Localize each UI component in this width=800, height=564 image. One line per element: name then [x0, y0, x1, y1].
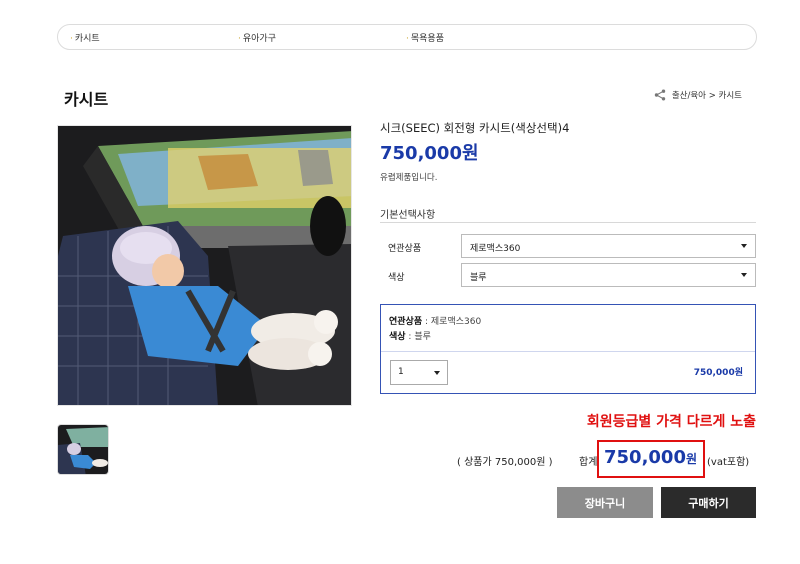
options-title: 기본선택사항 [380, 210, 436, 221]
product-main-image [57, 125, 352, 406]
bullet-icon: · [70, 34, 73, 44]
chevron-down-icon [741, 273, 747, 277]
selected-related: 연관상품 : 제로맥스360 [389, 317, 482, 327]
total-label: 합계 [579, 457, 598, 468]
selection-divider [381, 351, 755, 352]
color-value: 블루 [470, 273, 487, 283]
page-title: 카시트 [64, 90, 109, 109]
quantity-select[interactable]: 1 [390, 360, 448, 385]
product-name: 시크(SEEC) 회전형 카시트(색상선택)4 [380, 121, 570, 135]
total-highlight-box: 750,000원 [597, 440, 705, 478]
options-divider [380, 222, 756, 223]
share-icon[interactable] [654, 89, 666, 101]
selected-color: 색상 : 블루 [389, 332, 431, 342]
product-price: 750,000원 [380, 143, 479, 164]
chevron-down-icon [434, 371, 440, 375]
selected-option-box: 연관상품 : 제로맥스360 색상 : 블루 1 750,000원 [380, 304, 756, 394]
total-row: ( 상품가 750,000원 ) 합계 750,000원 (vat포함) [457, 440, 757, 478]
related-product-value: 제로맥스360 [470, 244, 521, 254]
category-item-carseat[interactable]: · 카시트 [70, 31, 100, 44]
breadcrumb-text[interactable]: 출산/육아 > 카시트 [672, 89, 742, 101]
category-nav: · 카시트 · 유아가구 · 목욕용품 [57, 24, 757, 50]
selected-price: 750,000원 [693, 368, 743, 378]
category-item-bath[interactable]: · 목욕용품 [406, 31, 444, 44]
breadcrumb: 출산/육아 > 카시트 [654, 89, 742, 101]
chevron-down-icon [741, 244, 747, 248]
product-origin-note: 유렵제품입니다. [380, 173, 438, 183]
category-item-furniture[interactable]: · 유아가구 [238, 31, 276, 44]
add-to-cart-button[interactable]: 장바구니 [557, 487, 653, 518]
vat-note: (vat포함) [707, 457, 750, 468]
bullet-icon: · [238, 34, 241, 44]
color-select[interactable]: 블루 [461, 263, 756, 287]
related-product-label: 연관상품 [388, 244, 422, 254]
total-amount: 750,000원 [604, 447, 698, 468]
quantity-value: 1 [398, 367, 404, 377]
buy-now-button[interactable]: 구매하기 [661, 487, 756, 518]
bullet-icon: · [406, 34, 409, 44]
member-price-note: 회원등급별 가격 다르게 노출 [586, 414, 756, 430]
product-thumbnail[interactable] [57, 424, 109, 475]
color-label: 색상 [388, 273, 405, 283]
related-product-select[interactable]: 제로맥스360 [461, 234, 756, 258]
subtotal: ( 상품가 750,000원 ) [457, 457, 553, 468]
